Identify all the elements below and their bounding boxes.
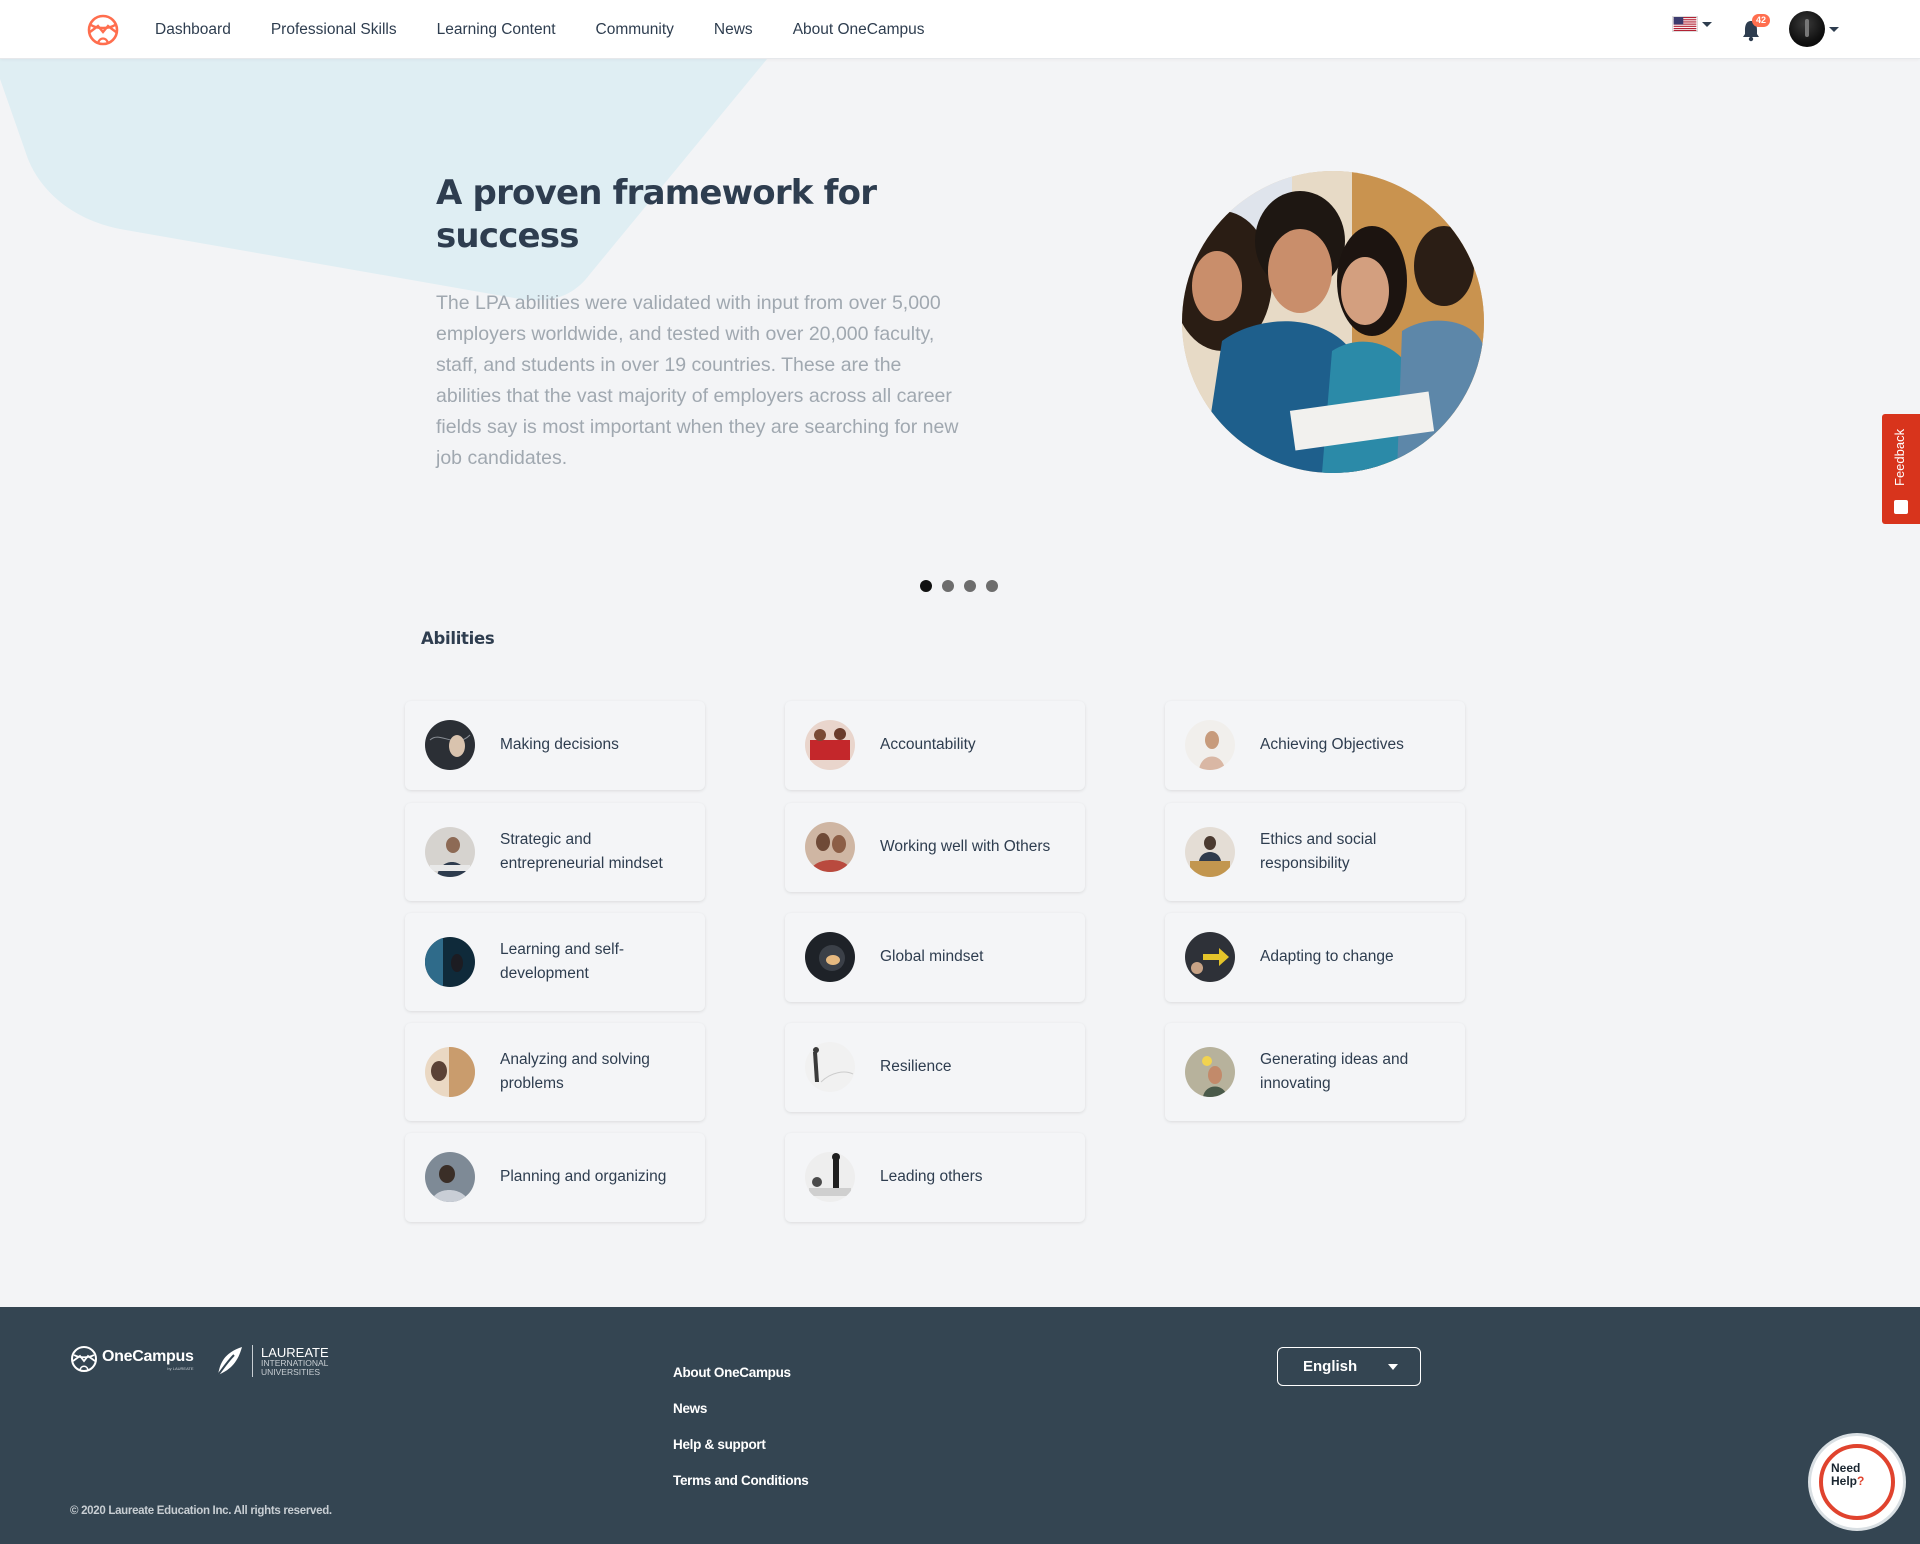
ability-thumbnail [1185,1047,1235,1097]
ability-card-global-mindset[interactable]: Global mindset [785,913,1085,1002]
ability-card-achieving-objectives[interactable]: Achieving Objectives [1165,701,1465,790]
carousel-dot-1[interactable] [920,580,932,592]
leaf-icon [217,1347,242,1376]
ability-thumbnail [425,720,475,770]
ability-label: Planning and organizing [500,1168,667,1185]
ability-label: Strategic and entrepreneurial mindset [500,831,663,872]
ability-card-ethics[interactable]: Ethics and social responsibility [1165,803,1465,901]
question-mark-icon: ? [1857,1474,1865,1488]
ability-card-generating-ideas[interactable]: Generating ideas and innovating [1165,1023,1465,1121]
nav-professional-skills[interactable]: Professional Skills [271,21,397,39]
hero-students-photo [1182,171,1484,473]
need-help-button[interactable]: Need Help? [1808,1433,1906,1531]
ability-label: Ethics and social responsibility [1260,831,1377,872]
language-flag-dropdown[interactable] [1672,16,1712,32]
ability-card-working-well-with-others[interactable]: Working well with Others [785,803,1085,892]
footer-links: About OneCampus News Help & support Term… [673,1355,809,1499]
footer-laureate-logo[interactable]: LAUREATE INTERNATIONAL UNIVERSITIES [214,1345,329,1377]
chevron-down-icon [1829,26,1839,32]
ability-card-planning-organizing[interactable]: Planning and organizing [405,1133,705,1222]
hero-title: A proven framework for success [436,173,877,256]
footer-brand-name: OneCampus [102,1347,194,1365]
nav-news[interactable]: News [714,21,753,39]
ability-thumbnail [425,827,475,877]
language-select-value: English [1303,1358,1358,1375]
ability-label: Global mindset [880,948,984,965]
us-flag-icon [1672,16,1698,32]
carousel-indicators [920,580,1008,592]
ability-label: Accountability [880,736,976,753]
ability-label: Working well with Others [880,838,1051,855]
ability-label: Analyzing and solving problems [500,1051,650,1092]
top-navigation: Dashboard Professional Skills Learning C… [0,0,1920,59]
logo-divider [252,1345,253,1377]
ability-thumbnail [425,937,475,987]
ability-label: Achieving Objectives [1260,736,1404,753]
footer: OneCampus by LAUREATE LAUREATE INTERNATI… [0,1307,1920,1544]
ability-card-strategic-mindset[interactable]: Strategic and entrepreneurial mindset [405,803,705,901]
ability-card-accountability[interactable]: Accountability [785,701,1085,790]
footer-brand-sub: by LAUREATE [167,1365,194,1371]
need-help-label: Need Help? [1831,1462,1864,1488]
ability-card-making-decisions[interactable]: Making decisions [405,701,705,790]
ability-thumbnail [805,822,855,872]
ability-thumbnail [425,1152,475,1202]
ability-card-learning-self-development[interactable]: Learning and self-development [405,913,705,1011]
carousel-dot-3[interactable] [964,580,976,592]
ability-card-analyzing-solving-problems[interactable]: Analyzing and solving problems [405,1023,705,1121]
ability-thumbnail [805,1152,855,1202]
notification-count-badge: 42 [1752,14,1771,27]
nav-learning-content[interactable]: Learning Content [437,21,556,39]
language-select[interactable]: English [1277,1347,1421,1386]
feedback-icon [1894,500,1908,514]
ability-label: Learning and self-development [500,941,625,982]
ability-label: Generating ideas and innovating [1260,1051,1409,1092]
ability-label: Resilience [880,1058,952,1075]
onecampus-globe-logo[interactable] [86,13,120,47]
need-help-line-2: Help [1831,1474,1858,1488]
nav-dashboard[interactable]: Dashboard [155,21,231,39]
main-nav-links: Dashboard Professional Skills Learning C… [155,0,965,59]
ability-thumbnail [805,932,855,982]
laureate-subtitle-2: UNIVERSITIES [261,1366,321,1377]
ability-thumbnail [1185,932,1235,982]
footer-link-news[interactable]: News [673,1391,809,1427]
ability-card-leading-others[interactable]: Leading others [785,1133,1085,1222]
nav-about-onecampus[interactable]: About OneCampus [793,21,925,39]
ability-card-adapting-to-change[interactable]: Adapting to change [1165,913,1465,1002]
feedback-label: Feedback [1892,428,1907,486]
chevron-down-icon [1388,1364,1398,1370]
ability-label: Adapting to change [1260,948,1394,965]
abilities-heading: Abilities [421,629,495,648]
feedback-tab[interactable]: Feedback [1882,414,1920,524]
globe-icon [71,1346,97,1372]
ability-thumbnail [1185,827,1235,877]
ability-card-resilience[interactable]: Resilience [785,1023,1085,1112]
ability-thumbnail [425,1047,475,1097]
laureate-name: LAUREATE [261,1344,329,1360]
avatar [1789,11,1825,47]
nav-community[interactable]: Community [596,21,674,39]
ability-label: Leading others [880,1168,983,1185]
students-illustration [1182,171,1484,473]
copyright-text: © 2020 Laureate Education Inc. All right… [70,1505,332,1517]
user-menu[interactable] [1789,11,1839,47]
carousel-dot-4[interactable] [986,580,998,592]
ability-label: Making decisions [500,736,619,753]
footer-link-about[interactable]: About OneCampus [673,1355,809,1391]
footer-onecampus-logo[interactable]: OneCampus by LAUREATE [70,1345,194,1373]
ability-thumbnail [805,1042,855,1092]
carousel-dot-2[interactable] [942,580,954,592]
hero-description: The LPA abilities were validated with in… [436,292,959,469]
ability-thumbnail [1185,720,1235,770]
footer-link-help-support[interactable]: Help & support [673,1427,809,1463]
notifications-button[interactable]: 42 [1738,14,1772,44]
chevron-down-icon [1702,21,1712,27]
footer-link-terms[interactable]: Terms and Conditions [673,1463,809,1499]
ability-thumbnail [805,720,855,770]
